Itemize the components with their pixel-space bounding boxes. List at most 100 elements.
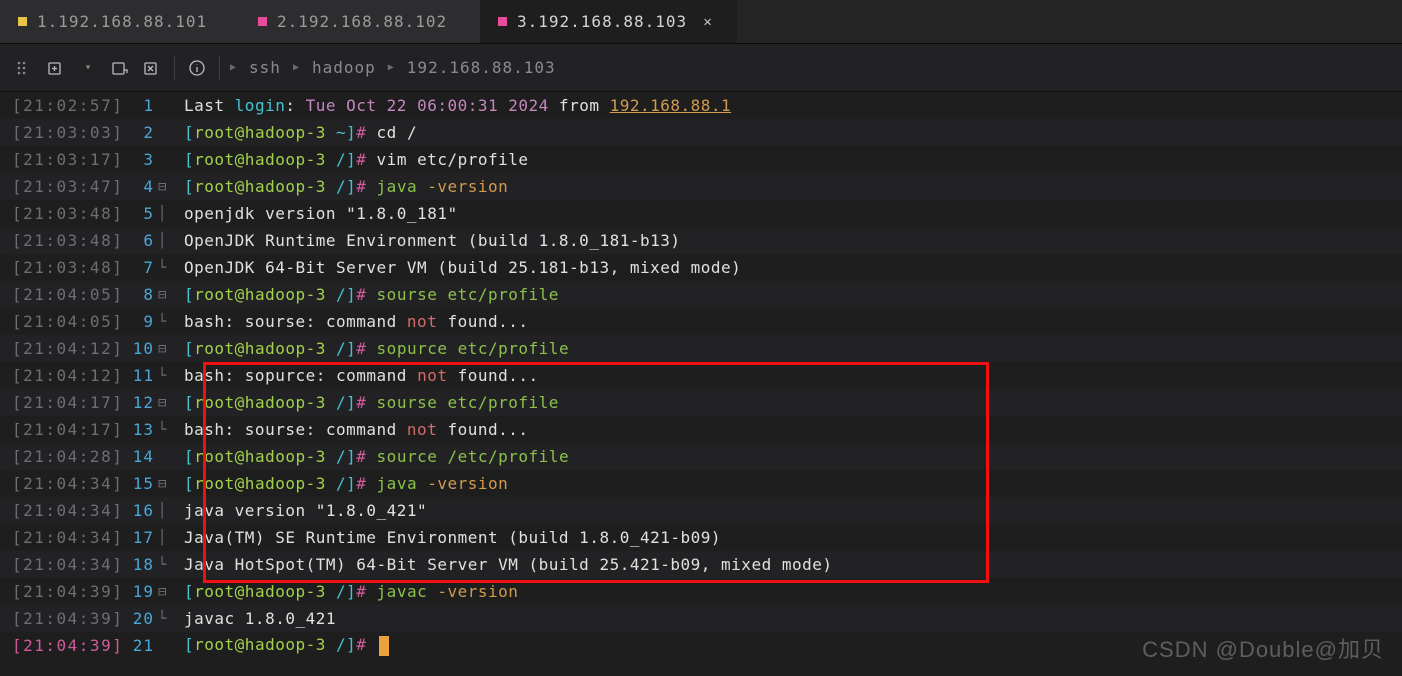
- fold-gutter[interactable]: │: [160, 233, 184, 249]
- line-number: 3: [120, 150, 160, 169]
- terminal-text: bash: sopurce: command not found...: [184, 366, 539, 385]
- terminal-row: [21:04:34]18└Java HotSpot(TM) 64-Bit Ser…: [0, 551, 1402, 578]
- timestamp: [21:04:17]: [0, 420, 120, 439]
- terminal-text: Last login: Tue Oct 22 06:00:31 2024 fro…: [184, 96, 731, 115]
- timestamp: [21:03:47]: [0, 177, 120, 196]
- line-number: 14: [120, 447, 160, 466]
- terminal-text: java version "1.8.0_421": [184, 501, 427, 520]
- terminal-row: [21:04:05]8⊟[root@hadoop-3 /]# sourse et…: [0, 281, 1402, 308]
- terminal-text: [root@hadoop-3 /]# source /etc/profile: [184, 447, 569, 466]
- line-number: 9: [120, 312, 160, 331]
- status-dot-icon: [258, 17, 267, 26]
- line-number: 13: [120, 420, 160, 439]
- fold-gutter[interactable]: ⊟: [160, 287, 184, 303]
- line-number: 1: [120, 96, 160, 115]
- toolbar: ▾ ▶ ssh ▶ hadoop ▶ 192.168.88.103: [0, 44, 1402, 92]
- terminal-text: bash: sourse: command not found...: [184, 312, 529, 331]
- terminal-text: OpenJDK 64-Bit Server VM (build 25.181-b…: [184, 258, 741, 277]
- tab-bar: 1.192.168.88.101 2.192.168.88.102 3.192.…: [0, 0, 1402, 44]
- terminal-row: [21:04:28]14[root@hadoop-3 /]# source /e…: [0, 443, 1402, 470]
- terminal-output[interactable]: [21:02:57]1 Last login: Tue Oct 22 06:00:…: [0, 92, 1402, 659]
- fold-gutter[interactable]: ⊟: [160, 179, 184, 195]
- fold-gutter[interactable]: │: [160, 206, 184, 222]
- terminal-text: [root@hadoop-3 /]# sourse etc/profile: [184, 285, 559, 304]
- fold-gutter[interactable]: │: [160, 503, 184, 519]
- timestamp: [21:04:39]: [0, 609, 120, 628]
- new-tab-icon[interactable]: [46, 58, 66, 78]
- terminal-row: [21:03:47]4⊟[root@hadoop-3 /]# java -ver…: [0, 173, 1402, 200]
- tab-host-3[interactable]: 3.192.168.88.103 ✕: [480, 0, 737, 43]
- terminal-text: [root@hadoop-3 ~]# cd /: [184, 123, 417, 142]
- timestamp: [21:03:48]: [0, 204, 120, 223]
- tab-label: 3.192.168.88.103: [517, 12, 687, 31]
- fold-gutter[interactable]: └: [160, 314, 184, 330]
- duplicate-icon[interactable]: [110, 58, 130, 78]
- terminal-row: [21:04:39]19⊟[root@hadoop-3 /]# javac -v…: [0, 578, 1402, 605]
- line-number: 8: [120, 285, 160, 304]
- breadcrumb[interactable]: ▶ ssh ▶ hadoop ▶ 192.168.88.103: [230, 58, 556, 77]
- fold-gutter[interactable]: └: [160, 611, 184, 627]
- line-number: 2: [120, 123, 160, 142]
- tab-host-2[interactable]: 2.192.168.88.102: [240, 0, 480, 43]
- divider: [174, 56, 175, 80]
- close-icon[interactable]: ✕: [697, 11, 719, 33]
- terminal-row: [21:04:17]13└bash: sourse: command not f…: [0, 416, 1402, 443]
- fold-gutter[interactable]: ⊟: [160, 395, 184, 411]
- fold-gutter[interactable]: └: [160, 557, 184, 573]
- terminal-row: [21:04:34]15⊟[root@hadoop-3 /]# java -ve…: [0, 470, 1402, 497]
- terminal-row: [21:03:48]7└OpenJDK 64-Bit Server VM (bu…: [0, 254, 1402, 281]
- timestamp: [21:03:48]: [0, 231, 120, 250]
- breadcrumb-host: hadoop: [312, 58, 376, 77]
- toolbar-icons: ▾: [14, 56, 220, 80]
- timestamp: [21:04:17]: [0, 393, 120, 412]
- status-dot-icon: [498, 17, 507, 26]
- fold-gutter[interactable]: └: [160, 260, 184, 276]
- terminal-row: [21:04:34]16│java version "1.8.0_421": [0, 497, 1402, 524]
- line-number: 7: [120, 258, 160, 277]
- fold-gutter[interactable]: ⊟: [160, 341, 184, 357]
- terminal-text: [root@hadoop-3 /]# java -version: [184, 177, 508, 196]
- timestamp: [21:04:34]: [0, 528, 120, 547]
- line-number: 18: [120, 555, 160, 574]
- chevron-right-icon: ▶: [293, 62, 300, 73]
- terminal-text: [root@hadoop-3 /]# sourse etc/profile: [184, 393, 559, 412]
- terminal-row: [21:03:48]6│OpenJDK Runtime Environment …: [0, 227, 1402, 254]
- fold-gutter[interactable]: └: [160, 368, 184, 384]
- terminal-row: [21:04:17]12⊟[root@hadoop-3 /]# sourse e…: [0, 389, 1402, 416]
- fold-gutter[interactable]: ⊟: [160, 584, 184, 600]
- timestamp: [21:02:57]: [0, 96, 120, 115]
- terminal-text: Java(TM) SE Runtime Environment (build 1…: [184, 528, 721, 547]
- chevron-right-icon: ▶: [388, 62, 395, 73]
- terminal-row: [21:04:34]17│Java(TM) SE Runtime Environ…: [0, 524, 1402, 551]
- terminal-row: [21:03:17]3[root@hadoop-3 /]# vim etc/pr…: [0, 146, 1402, 173]
- line-number: 4: [120, 177, 160, 196]
- line-number: 11: [120, 366, 160, 385]
- tab-host-1[interactable]: 1.192.168.88.101: [0, 0, 240, 43]
- terminal-text: javac 1.8.0_421: [184, 609, 336, 628]
- timestamp: [21:03:48]: [0, 258, 120, 277]
- line-number: 16: [120, 501, 160, 520]
- terminal-text: openjdk version "1.8.0_181": [184, 204, 458, 223]
- close-all-icon[interactable]: [142, 58, 162, 78]
- terminal-row: [21:03:03]2 [root@hadoop-3 ~]# cd /: [0, 119, 1402, 146]
- terminal-text: [root@hadoop-3 /]# sopurce etc/profile: [184, 339, 569, 358]
- breadcrumb-ssh: ssh: [249, 58, 281, 77]
- chevron-right-icon: ▶: [230, 62, 237, 73]
- line-number: 12: [120, 393, 160, 412]
- timestamp: [21:03:03]: [0, 123, 120, 142]
- watermark: CSDN @Double@加贝: [1142, 632, 1384, 664]
- chevron-down-icon[interactable]: ▾: [78, 58, 98, 78]
- timestamp: [21:04:05]: [0, 285, 120, 304]
- grip-icon[interactable]: [14, 58, 34, 78]
- divider: [219, 56, 220, 80]
- terminal-text: [root@hadoop-3 /]# java -version: [184, 474, 508, 493]
- timestamp: [21:04:34]: [0, 555, 120, 574]
- terminal-text: bash: sourse: command not found...: [184, 420, 529, 439]
- fold-gutter[interactable]: ⊟: [160, 476, 184, 492]
- line-number: 5: [120, 204, 160, 223]
- status-dot-icon: [18, 17, 27, 26]
- fold-gutter[interactable]: └: [160, 422, 184, 438]
- line-number: 6: [120, 231, 160, 250]
- fold-gutter[interactable]: │: [160, 530, 184, 546]
- info-icon[interactable]: [187, 58, 207, 78]
